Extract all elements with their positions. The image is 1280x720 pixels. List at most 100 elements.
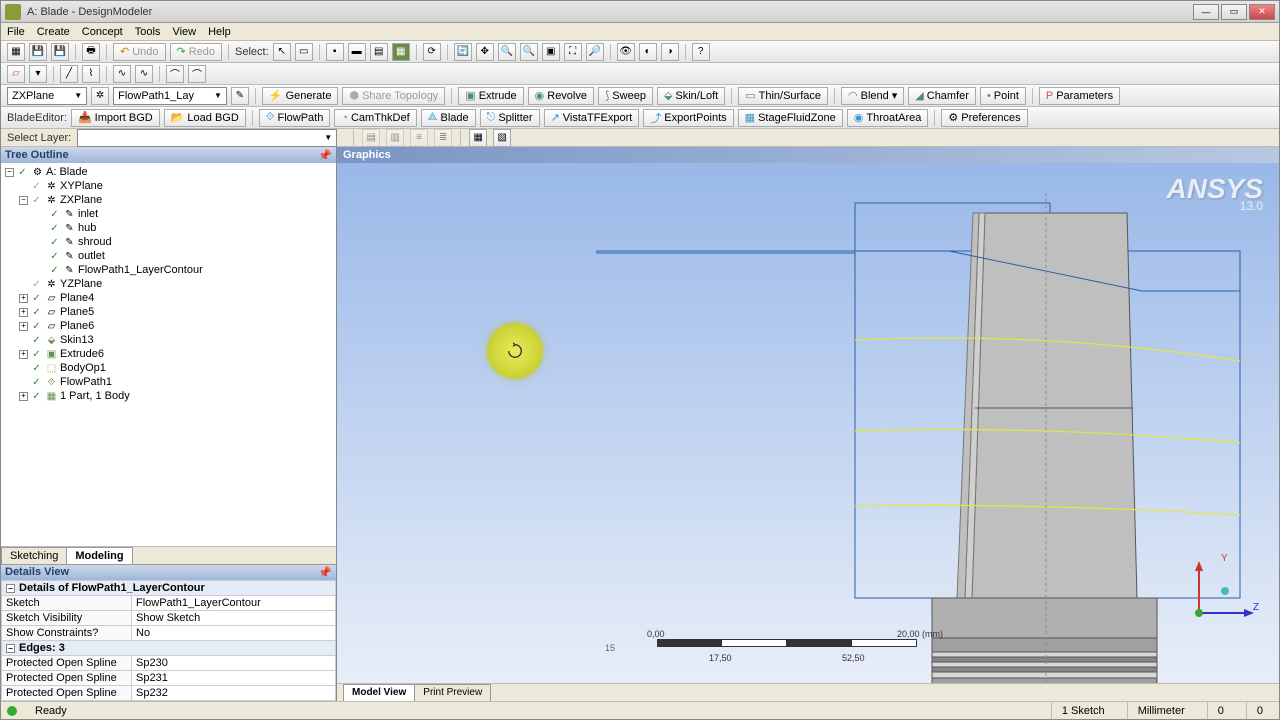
zoom-fit-icon[interactable]: ⛶ bbox=[564, 43, 582, 61]
tree-item[interactable]: ZXPlane bbox=[60, 194, 102, 206]
load-bgd-button[interactable]: 📂Load BGD bbox=[164, 109, 246, 127]
tree-item[interactable]: inlet bbox=[78, 208, 98, 220]
tab-modeling[interactable]: Modeling bbox=[66, 547, 132, 564]
look-at-icon[interactable]: 👁 bbox=[617, 43, 635, 61]
details-value[interactable]: Sp231 bbox=[132, 671, 336, 686]
thin-surface-button[interactable]: ▭Thin/Surface bbox=[738, 87, 828, 105]
layer-btn-3[interactable]: ≡ bbox=[410, 129, 428, 147]
extrude-button[interactable]: ▣Extrude bbox=[458, 87, 523, 105]
axis-triad[interactable]: Y Z bbox=[1189, 553, 1259, 623]
stage-fluid-button[interactable]: ▦StageFluidZone bbox=[738, 109, 843, 127]
save-icon[interactable]: 💾 bbox=[29, 43, 47, 61]
line-tool-2-icon[interactable]: ⌇ bbox=[82, 65, 100, 83]
plane-arrow-icon[interactable]: ▾ bbox=[29, 65, 47, 83]
rotate-mode-icon[interactable]: ⟳ bbox=[423, 43, 441, 61]
tree-item[interactable]: Plane4 bbox=[60, 292, 94, 304]
tab-sketching[interactable]: Sketching bbox=[1, 547, 67, 564]
details-value[interactable]: Show Sketch bbox=[132, 611, 336, 626]
redo-button[interactable]: ↷Redo bbox=[170, 43, 223, 61]
menu-file[interactable]: File bbox=[7, 26, 25, 38]
tree-item[interactable]: XYPlane bbox=[60, 180, 103, 192]
preferences-button[interactable]: ⚙Preferences bbox=[941, 109, 1027, 127]
layer-btn-6[interactable]: ▧ bbox=[493, 129, 511, 147]
layer-btn-4[interactable]: ≣ bbox=[434, 129, 452, 147]
close-button[interactable]: ✕ bbox=[1249, 4, 1275, 20]
details-value[interactable]: No bbox=[132, 626, 336, 641]
new-plane-icon[interactable]: ✲ bbox=[91, 87, 109, 105]
viewport[interactable]: ANSYS 13.0 bbox=[337, 163, 1279, 683]
tree-item[interactable]: Plane5 bbox=[60, 306, 94, 318]
zoom-out-icon[interactable]: 🔍 bbox=[520, 43, 538, 61]
tab-model-view[interactable]: Model View bbox=[343, 684, 415, 701]
splitter-button[interactable]: ⎋Splitter bbox=[480, 109, 540, 127]
flowpath-button[interactable]: ⟐FlowPath bbox=[259, 109, 331, 127]
sel-body-icon[interactable]: ▦ bbox=[392, 43, 410, 61]
details-value[interactable]: FlowPath1_LayerContour bbox=[132, 596, 336, 611]
line-tool-icon[interactable]: ╱ bbox=[60, 65, 78, 83]
tree-item[interactable]: FlowPath1_LayerContour bbox=[78, 264, 203, 276]
details-group[interactable]: Details of FlowPath1_LayerContour bbox=[19, 582, 205, 594]
sel-edge-icon[interactable]: ▬ bbox=[348, 43, 366, 61]
tree-item[interactable]: Plane6 bbox=[60, 320, 94, 332]
print-icon[interactable]: 🖶 bbox=[82, 43, 100, 61]
undo-button[interactable]: ↶Undo bbox=[113, 43, 166, 61]
new-icon[interactable]: ▦ bbox=[7, 43, 25, 61]
spline-icon[interactable]: ∿ bbox=[113, 65, 131, 83]
arc-2-icon[interactable]: ⌒ bbox=[188, 65, 206, 83]
arc-icon[interactable]: ⌒ bbox=[166, 65, 184, 83]
pan-icon[interactable]: ✥ bbox=[476, 43, 494, 61]
blend-button[interactable]: ◠Blend▾ bbox=[841, 87, 904, 105]
generate-button[interactable]: ⚡Generate bbox=[262, 87, 339, 105]
share-topology-button[interactable]: ⬢Share Topology bbox=[342, 87, 445, 105]
save-icon-2[interactable]: 💾 bbox=[51, 43, 69, 61]
magnify-icon[interactable]: 🔎 bbox=[586, 43, 604, 61]
new-sketch-icon[interactable]: ✎ bbox=[231, 87, 249, 105]
view-next-icon[interactable]: ◑ bbox=[661, 43, 679, 61]
tree-item[interactable]: outlet bbox=[78, 250, 105, 262]
menu-concept[interactable]: Concept bbox=[82, 26, 123, 38]
plane-icon[interactable]: ▱ bbox=[7, 65, 25, 83]
tree-outline[interactable]: −✓⚙A: Blade ✓✲XYPlane −✓✲ZXPlane ✓✎inlet… bbox=[1, 163, 336, 546]
sel-point-icon[interactable]: ▪ bbox=[326, 43, 344, 61]
parameters-button[interactable]: PParameters bbox=[1039, 87, 1120, 105]
throat-area-button[interactable]: ◉ThroatArea bbox=[847, 109, 929, 127]
chamfer-button[interactable]: ◢Chamfer bbox=[908, 87, 976, 105]
plane-combo[interactable]: ZXPlane▼ bbox=[7, 87, 87, 105]
tree-root[interactable]: A: Blade bbox=[46, 166, 88, 178]
select-cursor-icon[interactable]: ↖ bbox=[273, 43, 291, 61]
tree-item[interactable]: YZPlane bbox=[60, 278, 102, 290]
view-prev-icon[interactable]: ◐ bbox=[639, 43, 657, 61]
tree-item[interactable]: Extrude6 bbox=[60, 348, 104, 360]
pin-icon[interactable]: 📌 bbox=[318, 566, 332, 579]
menu-create[interactable]: Create bbox=[37, 26, 70, 38]
skin-loft-button[interactable]: ⬙Skin/Loft bbox=[657, 87, 725, 105]
menu-view[interactable]: View bbox=[172, 26, 196, 38]
details-value[interactable]: Sp230 bbox=[132, 656, 336, 671]
layer-btn-1[interactable]: ▤ bbox=[362, 129, 380, 147]
menu-help[interactable]: Help bbox=[208, 26, 231, 38]
tree-item[interactable]: 1 Part, 1 Body bbox=[60, 390, 130, 402]
pin-icon[interactable]: 📌 bbox=[318, 149, 332, 162]
zoom-box-icon[interactable]: ▣ bbox=[542, 43, 560, 61]
spline-2-icon[interactable]: ∿ bbox=[135, 65, 153, 83]
point-button[interactable]: •Point bbox=[980, 87, 1026, 105]
tree-item[interactable]: hub bbox=[78, 222, 96, 234]
details-edges-group[interactable]: Edges: 3 bbox=[19, 642, 65, 654]
select-box-icon[interactable]: ▭ bbox=[295, 43, 313, 61]
rotate-icon[interactable]: 🔄 bbox=[454, 43, 472, 61]
import-bgd-button[interactable]: 📥Import BGD bbox=[71, 109, 160, 127]
tree-item[interactable]: Skin13 bbox=[60, 334, 94, 346]
vista-export-button[interactable]: ↗VistaTFExport bbox=[544, 109, 640, 127]
details-value[interactable]: Sp232 bbox=[132, 686, 336, 701]
maximize-button[interactable]: ▭ bbox=[1221, 4, 1247, 20]
layer-btn-5[interactable]: ▦ bbox=[469, 129, 487, 147]
tree-item[interactable]: shroud bbox=[78, 236, 112, 248]
camthkdef-button[interactable]: ◔CamThkDef bbox=[334, 109, 416, 127]
sel-face-icon[interactable]: ▤ bbox=[370, 43, 388, 61]
layer-btn-2[interactable]: ▥ bbox=[386, 129, 404, 147]
blade-button[interactable]: ⟁Blade bbox=[421, 109, 476, 127]
minimize-button[interactable]: — bbox=[1193, 4, 1219, 20]
sketch-combo[interactable]: FlowPath1_Lay▼ bbox=[113, 87, 227, 105]
tree-item[interactable]: BodyOp1 bbox=[60, 362, 106, 374]
export-points-button[interactable]: ⤴ExportPoints bbox=[643, 109, 733, 127]
